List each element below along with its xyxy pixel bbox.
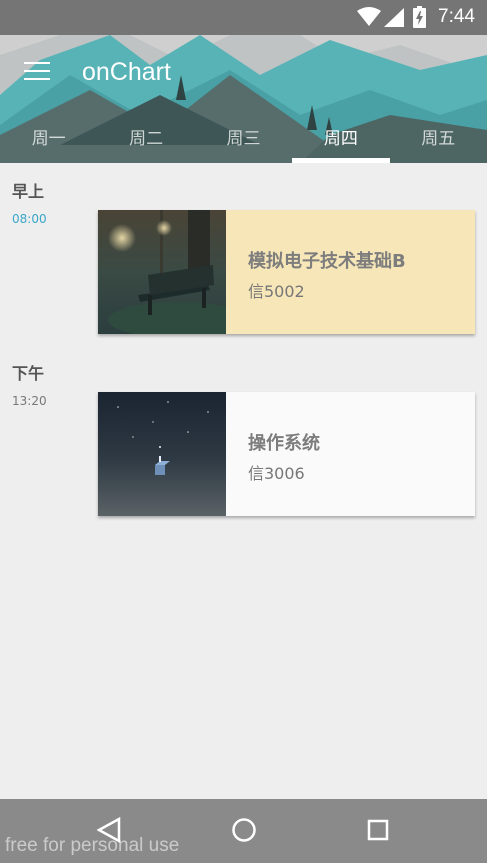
tab-monday[interactable]: 周一	[0, 119, 97, 163]
course-name: 模拟电子技术基础B	[248, 251, 406, 272]
section-heading-afternoon: 下午	[12, 364, 45, 383]
course-name: 操作系统	[248, 433, 320, 454]
battery-charging-icon	[413, 6, 426, 28]
weekday-tabs: 周一 周二 周三 周四 周五	[0, 119, 487, 163]
clock: 7:44	[438, 6, 475, 27]
menu-icon-bar	[24, 70, 50, 72]
course-room: 信5002	[248, 282, 305, 301]
recents-square-icon[interactable]	[367, 817, 389, 843]
status-bar: 7:44	[0, 0, 487, 35]
course-card-afternoon[interactable]: 操作系统 信3006	[98, 392, 475, 516]
home-circle-icon[interactable]	[231, 817, 257, 843]
signal-icon	[384, 8, 404, 27]
watermark: free for personal use	[5, 835, 180, 856]
time-label-morning: 08:00	[12, 212, 47, 226]
menu-icon-bar	[24, 78, 50, 80]
course-room: 信3006	[248, 464, 305, 483]
tab-thursday[interactable]: 周四	[292, 119, 390, 163]
tab-friday[interactable]: 周五	[390, 119, 487, 163]
course-thumbnail-night-sky	[98, 392, 226, 516]
section-heading-morning: 早上	[12, 182, 45, 201]
course-thumbnail-bench	[98, 210, 226, 334]
time-label-afternoon: 13:20	[12, 394, 47, 408]
wifi-icon	[357, 7, 381, 26]
tab-tuesday[interactable]: 周二	[97, 119, 194, 163]
course-card-morning[interactable]: 模拟电子技术基础B 信5002	[98, 210, 475, 334]
app-header: onChart 周一 周二 周三 周四 周五	[0, 35, 487, 163]
app-title: onChart	[82, 58, 171, 86]
menu-icon-bar	[24, 62, 50, 64]
tab-wednesday[interactable]: 周三	[195, 119, 292, 163]
menu-button[interactable]	[24, 62, 52, 82]
